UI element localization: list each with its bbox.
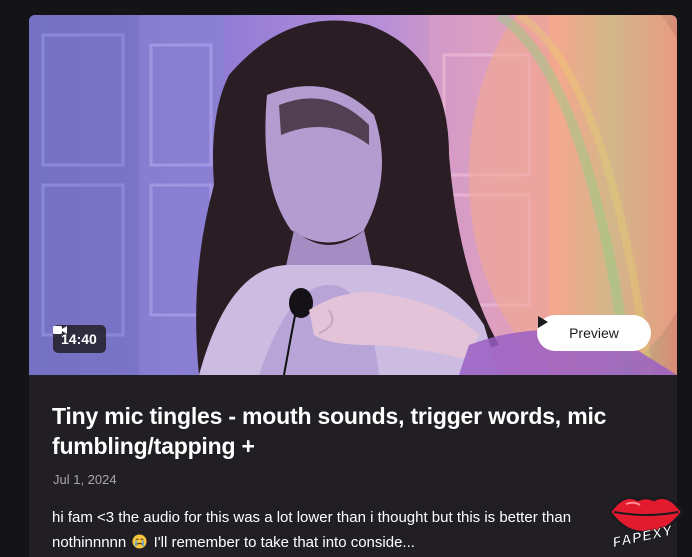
- preview-label: Preview: [569, 325, 619, 341]
- page: 14:40 Preview Tiny mic tingles - mouth s…: [0, 0, 692, 557]
- post-date: Jul 1, 2024: [53, 472, 117, 487]
- post-title[interactable]: Tiny mic tingles - mouth sounds, trigger…: [52, 401, 662, 461]
- video-camera-icon: [53, 326, 67, 334]
- post-card[interactable]: 14:40 Preview Tiny mic tingles - mouth s…: [29, 15, 677, 557]
- post-description: hi fam <3 the audio for this was a lot l…: [52, 505, 642, 555]
- preview-button[interactable]: Preview: [537, 315, 651, 351]
- crying-face-emoji: [132, 534, 147, 549]
- description-line-1: hi fam <3 the audio for this was a lot l…: [52, 509, 572, 526]
- play-icon: [538, 316, 548, 328]
- video-thumbnail[interactable]: 14:40 Preview: [29, 15, 677, 375]
- description-line-2-start: nothinnnnn: [52, 534, 127, 551]
- duration-badge: 14:40: [53, 325, 106, 353]
- watermark-logo: FAPEXY: [604, 488, 688, 554]
- description-line-2-end: I'll remember to take that into conside.…: [153, 534, 415, 551]
